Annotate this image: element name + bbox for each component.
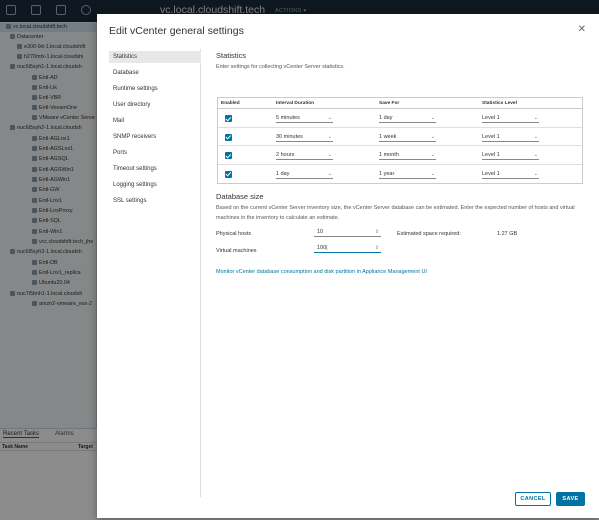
chevron-down-icon: ⌄ [327, 170, 332, 177]
interval-duration-select[interactable]: 2 hours ⌄ [276, 151, 333, 160]
virtual-machines-input[interactable]: 100| ⇕ [314, 244, 381, 253]
stepper-icon[interactable]: ⇕ [375, 244, 379, 252]
cancel-button[interactable]: CANCEL [515, 492, 551, 506]
statistics-table: Enabled Interval Duration Save For Stati… [217, 97, 583, 184]
statistics-level-select[interactable]: Level 1 ⌄ [482, 170, 539, 179]
nav-item-ports[interactable]: Ports [109, 147, 201, 159]
enabled-checkbox[interactable] [225, 152, 232, 159]
chevron-down-icon: ⌄ [327, 133, 332, 140]
statistics-section: Statistics Enter settings for collecting… [216, 51, 586, 275]
statistics-level-select[interactable]: Level 1 ⌄ [482, 151, 539, 160]
col-interval-duration: Interval Duration [276, 101, 315, 106]
interval-duration-select[interactable]: 5 minutes ⌄ [276, 114, 333, 123]
enabled-checkbox[interactable] [225, 170, 232, 178]
estimated-space-label: Estimated space required: [397, 231, 461, 237]
chevron-down-icon: ⌄ [430, 170, 435, 177]
estimated-space-value: 1.27 GB [497, 231, 518, 237]
statistics-level-select[interactable]: Level 1 ⌄ [482, 114, 539, 123]
chevron-down-icon: ⌄ [533, 170, 538, 177]
chevron-down-icon: ⌄ [430, 115, 435, 121]
close-icon[interactable]: ✕ [578, 25, 586, 35]
nav-item-logging-settings[interactable]: Logging settings [109, 179, 201, 191]
statistics-row: 1 day ⌄ 1 year ⌄ Level 1 ⌄ [218, 165, 582, 184]
interval-duration-select[interactable]: 30 minutes ⌄ [276, 133, 333, 142]
statistics-table-header: Enabled Interval Duration Save For Stati… [218, 98, 582, 109]
save-button[interactable]: SAVE [556, 492, 585, 506]
col-enabled: Enabled [221, 101, 240, 106]
save-for-select[interactable]: 1 day ⌄ [379, 114, 436, 123]
nav-item-ssl-settings[interactable]: SSL settings [109, 195, 201, 207]
chevron-down-icon: ⌄ [533, 133, 538, 140]
chevron-down-icon: ⌄ [327, 115, 332, 121]
save-for-select[interactable]: 1 year ⌄ [379, 170, 436, 179]
nav-item-user-directory[interactable]: User directory [109, 99, 201, 111]
nav-item-timeout-settings[interactable]: Timeout settings [109, 163, 201, 175]
physical-hosts-input[interactable]: 10 ⇕ [314, 228, 381, 237]
col-statistics-level: Statistics Level [482, 101, 517, 106]
chevron-down-icon: ⌄ [533, 115, 538, 121]
save-for-select[interactable]: 1 month ⌄ [379, 151, 436, 160]
monitor-database-link[interactable]: Monitor vCenter database consumption and… [216, 269, 427, 275]
settings-nav: Statistics Database Runtime settings User d… [109, 49, 201, 497]
statistics-level-select[interactable]: Level 1 ⌄ [482, 133, 539, 142]
stepper-icon[interactable]: ⇕ [375, 228, 379, 236]
physical-hosts-label: Physical hosts [216, 231, 252, 237]
interval-duration-select[interactable]: 1 day ⌄ [276, 170, 333, 179]
col-save-for: Save For [379, 101, 400, 106]
virtual-machines-label: Virtual machines [216, 248, 257, 254]
enabled-checkbox[interactable] [225, 115, 232, 122]
edit-vcenter-settings-dialog: Edit vCenter general settings ✕ Statisti… [97, 14, 599, 518]
chevron-down-icon: ⌄ [430, 133, 435, 140]
chevron-down-icon: ⌄ [533, 152, 538, 158]
database-size-section: Database size Based on the current vCent… [216, 192, 576, 223]
statistics-row: 30 minutes ⌄ 1 week ⌄ Level 1 ⌄ [218, 128, 582, 146]
chevron-down-icon: ⌄ [327, 152, 332, 158]
save-for-select[interactable]: 1 week ⌄ [379, 133, 436, 142]
database-size-heading: Database size [216, 192, 264, 201]
enabled-checkbox[interactable] [225, 133, 232, 141]
nav-item-statistics[interactable]: Statistics [109, 51, 201, 63]
nav-item-database[interactable]: Database [109, 67, 201, 79]
dialog-title: Edit vCenter general settings [109, 25, 244, 37]
statistics-heading: Statistics [216, 51, 247, 60]
statistics-row: 2 hours ⌄ 1 month ⌄ Level 1 ⌄ [218, 146, 582, 165]
nav-item-snmp-receivers[interactable]: SNMP receivers [109, 131, 201, 143]
statistics-row: 5 minutes ⌄ 1 day ⌄ Level 1 ⌄ [218, 109, 582, 128]
nav-item-mail[interactable]: Mail [109, 115, 201, 127]
nav-item-runtime-settings[interactable]: Runtime settings [109, 83, 201, 95]
chevron-down-icon: ⌄ [430, 152, 435, 158]
database-size-description: Based on the current vCenter Server inve… [216, 205, 575, 221]
statistics-description: Enter settings for collecting vCenter Se… [216, 64, 345, 70]
